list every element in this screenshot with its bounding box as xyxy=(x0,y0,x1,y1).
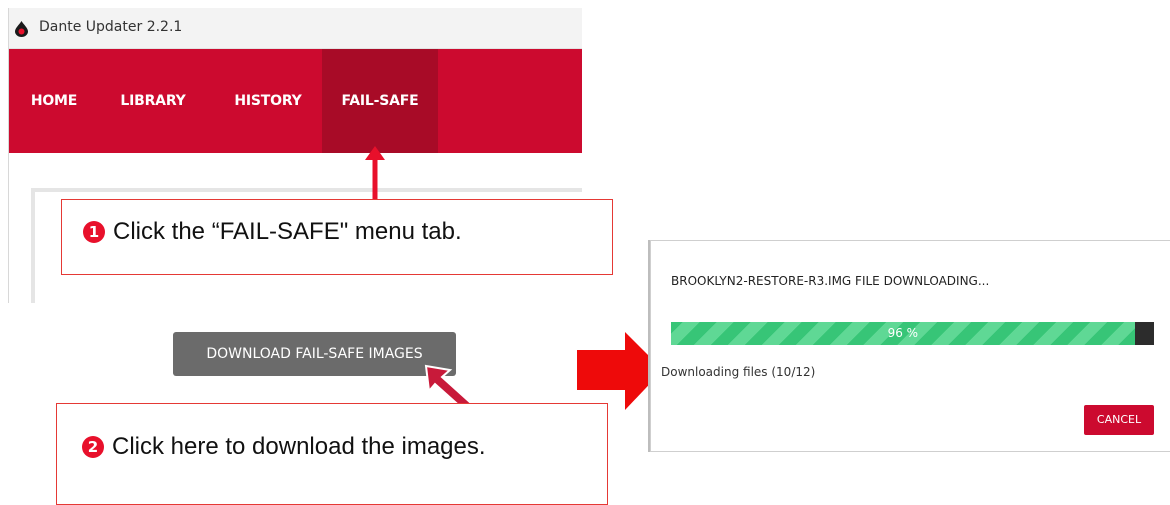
callout-step-1: 1 Click the “FAIL-SAFE" menu tab. xyxy=(61,199,613,275)
progress-percent: 96 % xyxy=(887,326,919,340)
tab-library[interactable]: LIBRARY xyxy=(99,49,207,153)
progress-bar: 96 % xyxy=(671,322,1154,345)
download-status-text: Downloading files (10/12) xyxy=(661,365,816,379)
callout-step-2: 2 Click here to download the images. xyxy=(56,403,608,505)
dante-logo-icon xyxy=(15,21,28,37)
cancel-button[interactable]: CANCEL xyxy=(1084,405,1154,435)
download-progress-dialog: BROOKLYN2-RESTORE-R3.IMG FILE DOWNLOADIN… xyxy=(650,240,1170,452)
callout-step-1-text: Click the “FAIL-SAFE" menu tab. xyxy=(113,218,462,245)
window-title: Dante Updater 2.2.1 xyxy=(39,19,183,35)
main-navbar: HOME LIBRARY HISTORY FAIL-SAFE xyxy=(9,49,582,153)
dialog-title: BROOKLYN2-RESTORE-R3.IMG FILE DOWNLOADIN… xyxy=(671,274,990,288)
title-bar: Dante Updater 2.2.1 xyxy=(9,8,582,49)
tab-home[interactable]: HOME xyxy=(9,49,99,153)
step-1-badge: 1 xyxy=(83,221,105,243)
pointer-arrow-up-icon xyxy=(365,146,385,200)
callout-step-2-text: Click here to download the images. xyxy=(112,433,486,460)
step-2-badge: 2 xyxy=(82,436,104,458)
tab-history[interactable]: HISTORY xyxy=(216,49,320,153)
tab-fail-safe[interactable]: FAIL-SAFE xyxy=(322,49,438,153)
download-fail-safe-images-button[interactable]: DOWNLOAD FAIL-SAFE IMAGES xyxy=(173,332,456,376)
